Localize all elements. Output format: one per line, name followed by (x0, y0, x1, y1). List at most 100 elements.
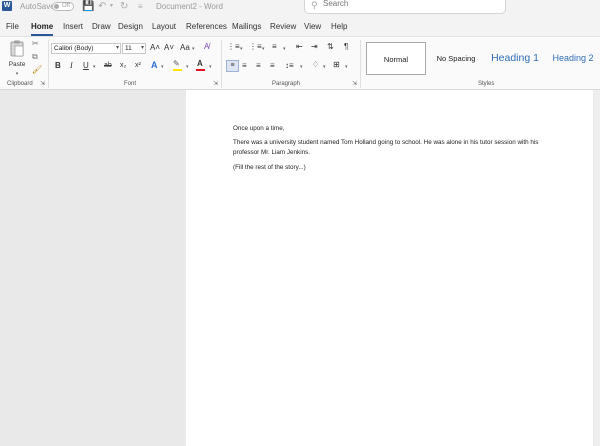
justify-icon[interactable]: ≡ (270, 61, 275, 71)
clipboard-group-label: Clipboard (7, 81, 33, 87)
borders-icon[interactable]: ⊞ (333, 60, 340, 70)
sort-icon[interactable]: ⇅ (327, 42, 334, 52)
align-right-icon[interactable]: ≡ (256, 61, 261, 71)
show-formatting-icon[interactable]: ¶ (344, 42, 348, 52)
clear-formatting-icon[interactable]: A̸ (204, 42, 209, 52)
undo-dropdown-icon[interactable]: ▾ (110, 0, 113, 13)
chevron-down-icon[interactable]: ▾ (240, 44, 243, 54)
copy-icon[interactable]: ⧉ (32, 52, 38, 62)
title-bar: W AutoSave Off 💾 ↶ ▾ ↻ ≡ Document2 - Wor… (0, 0, 600, 16)
paragraph-3[interactable]: (Fill the rest of the story...) (233, 163, 543, 173)
search-icon: ⚲ (311, 0, 318, 10)
ribbon-home: Paste ▾ ✂ ⧉ 🖌 Clipboard ⇲ Calibri (Body)… (0, 36, 600, 90)
align-left-icon[interactable]: ≡ (226, 60, 239, 72)
chevron-down-icon: ▾ (140, 45, 144, 51)
search-box[interactable]: ⚲ (304, 0, 506, 14)
chevron-down-icon[interactable]: ▾ (300, 62, 303, 72)
font-name-value: Calibri (Body) (54, 45, 94, 52)
tab-layout[interactable]: Layout (152, 22, 176, 32)
grow-font-button[interactable]: A˄ (150, 43, 160, 53)
paragraph-2[interactable]: There was a university student named Tom… (233, 138, 543, 158)
chevron-down-icon[interactable]: ▾ (283, 44, 286, 54)
chevron-down-icon[interactable]: ▾ (323, 62, 326, 72)
search-input[interactable] (323, 0, 493, 8)
shrink-font-button[interactable]: A˅ (164, 43, 174, 53)
customize-toolbar-icon[interactable]: ≡ (138, 0, 143, 13)
chevron-down-icon[interactable]: ▾ (161, 62, 164, 72)
highlighter-icon: ✎ (173, 59, 180, 68)
style-no-spacing[interactable]: No Spacing (428, 42, 484, 75)
toggle-knob (54, 4, 59, 9)
multilevel-list-icon[interactable]: ≡ (272, 42, 277, 52)
paragraph-launcher-icon[interactable]: ⇲ (352, 81, 357, 88)
font-group-label: Font (124, 81, 137, 87)
tab-view[interactable]: View (304, 22, 321, 32)
tab-references[interactable]: References (186, 22, 227, 32)
font-color-label: A (197, 59, 203, 68)
chevron-down-icon[interactable]: ▾ (186, 62, 189, 72)
autosave-state: Off (62, 3, 70, 9)
italic-button[interactable]: I (70, 61, 73, 71)
text-effects-button[interactable]: A (151, 60, 158, 70)
tab-insert[interactable]: Insert (63, 22, 83, 32)
paste-label: Paste (8, 61, 26, 68)
autosave-toggle[interactable]: Off (52, 2, 74, 11)
numbering-icon[interactable]: ⋮≡ (249, 42, 262, 52)
text-effects-label: A (151, 60, 158, 70)
decrease-indent-icon[interactable]: ⇤ (296, 42, 303, 52)
paragraph-group-label: Paragraph (272, 81, 301, 87)
style-heading-2[interactable]: Heading 2 (546, 42, 600, 75)
tab-draw[interactable]: Draw (92, 22, 111, 32)
tab-review[interactable]: Review (270, 22, 296, 32)
shading-icon[interactable]: ♢ (312, 60, 319, 70)
increase-indent-icon[interactable]: ⇥ (311, 42, 318, 52)
cut-icon[interactable]: ✂ (32, 39, 39, 49)
tab-file[interactable]: File (6, 22, 19, 32)
vertical-scrollbar[interactable] (594, 90, 600, 446)
paragraph-1[interactable]: Once upon a time, (233, 124, 543, 134)
word-logo-icon: W (2, 1, 12, 11)
styles-gallery: Normal No Spacing Heading 1 Heading 2 (364, 41, 600, 77)
group-divider (48, 40, 49, 88)
chevron-down-icon[interactable]: ▾ (209, 62, 212, 72)
tab-mailings[interactable]: Mailings (232, 22, 261, 32)
line-spacing-icon[interactable]: ↕≡ (285, 61, 294, 71)
autosave-label: AutoSave (20, 2, 55, 11)
bold-button[interactable]: B (55, 61, 61, 71)
redo-icon[interactable]: ↻ (120, 0, 128, 13)
styles-group-label: Styles (478, 81, 495, 87)
highlight-button[interactable]: ✎ (173, 59, 182, 71)
chevron-down-icon[interactable]: ▾ (345, 62, 348, 72)
style-heading-1[interactable]: Heading 1 (486, 42, 544, 75)
paste-dropdown-icon[interactable]: ▾ (6, 69, 28, 79)
change-case-button[interactable]: Aa (180, 43, 190, 53)
tab-design[interactable]: Design (118, 22, 143, 32)
font-size-dropdown[interactable]: 11 ▾ (122, 43, 146, 54)
undo-icon[interactable]: ↶ (98, 0, 106, 13)
document-title: Document2 - Word (156, 2, 223, 11)
style-normal[interactable]: Normal (366, 42, 426, 75)
superscript-button[interactable]: x² (135, 61, 141, 71)
tab-help[interactable]: Help (331, 22, 347, 32)
bullets-icon[interactable]: ⋮≡ (227, 42, 240, 52)
format-painter-icon[interactable]: 🖌 (32, 65, 42, 75)
clipboard-launcher-icon[interactable]: ⇲ (40, 81, 45, 88)
paste-button[interactable]: Paste ▾ (6, 40, 28, 79)
chevron-down-icon[interactable]: ▾ (262, 44, 265, 54)
align-center-icon[interactable]: ≡ (242, 61, 247, 71)
save-icon[interactable]: 💾 (82, 0, 94, 13)
underline-button[interactable]: U (83, 61, 89, 71)
tab-home[interactable]: Home (31, 22, 54, 36)
font-color-button[interactable]: A (196, 59, 205, 71)
ribbon-tabs: File Home Insert Draw Design Layout Refe… (0, 16, 600, 36)
chevron-down-icon[interactable]: ▾ (93, 62, 96, 72)
chevron-down-icon: ▾ (115, 45, 119, 51)
group-divider (360, 40, 361, 88)
font-size-value: 11 (125, 45, 132, 52)
font-name-dropdown[interactable]: Calibri (Body) ▾ (51, 43, 121, 54)
subscript-button[interactable]: x₂ (120, 61, 126, 71)
chevron-down-icon[interactable]: ▾ (192, 44, 195, 54)
strikethrough-button[interactable]: ab (104, 61, 112, 71)
font-launcher-icon[interactable]: ⇲ (213, 81, 218, 88)
document-page[interactable]: Once upon a time, There was a university… (186, 90, 593, 446)
